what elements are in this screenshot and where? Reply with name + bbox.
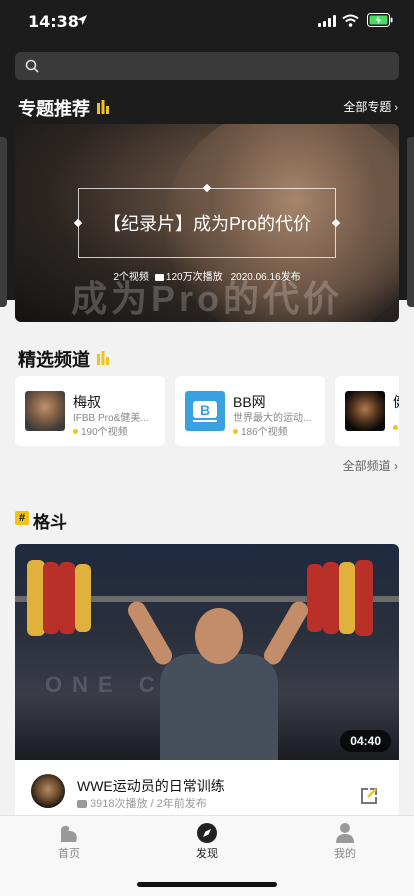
channel-avatar bbox=[25, 391, 65, 431]
wifi-icon bbox=[342, 14, 359, 27]
video-duration: 04:40 bbox=[340, 730, 391, 752]
video-info[interactable]: WWE运动员的日常训练 3918次播放 / 2年前发布 bbox=[15, 760, 399, 816]
channels-header: 精选频道 bbox=[0, 345, 414, 375]
cellular-signal-icon bbox=[318, 15, 336, 27]
all-channels-link[interactable]: 全部频道 › bbox=[343, 457, 398, 474]
battery-charging-icon bbox=[367, 13, 393, 27]
athlete bbox=[160, 654, 278, 760]
status-bar: 14:38 bbox=[0, 0, 414, 44]
topic-banner[interactable]: 成为Pro的代价 【纪录片】成为Pro的代价 2个视频 120万次播放 2020.0… bbox=[15, 124, 399, 322]
channel-count: 186个视频 bbox=[233, 423, 288, 438]
channel-card[interactable]: 健 bbox=[335, 376, 399, 446]
play-icon bbox=[77, 800, 87, 808]
location-arrow-icon bbox=[77, 15, 87, 25]
category-title: 格斗 bbox=[33, 513, 67, 532]
channel-card[interactable]: 梅叔 IFBB Pro&健美... 190个视频 bbox=[15, 376, 165, 446]
search-input[interactable] bbox=[15, 52, 399, 80]
channel-avatar[interactable] bbox=[31, 774, 65, 808]
video-thumbnail[interactable]: ONE CLUB 04:40 bbox=[15, 544, 399, 760]
channel-desc: 世界最大的运动... bbox=[233, 413, 312, 424]
bb-logo-icon: B bbox=[193, 401, 217, 422]
play-icon bbox=[154, 274, 164, 281]
arm-icon bbox=[61, 825, 77, 842]
banner-title: 【纪录片】成为Pro的代价 bbox=[102, 214, 311, 234]
hash-icon: # bbox=[15, 511, 29, 525]
person-icon bbox=[336, 823, 354, 843]
all-topics-link[interactable]: 全部专题 › bbox=[343, 98, 398, 115]
share-icon[interactable] bbox=[359, 786, 379, 806]
channel-count: 190个视频 bbox=[73, 423, 128, 438]
tab-discover[interactable]: 发现 bbox=[138, 816, 276, 866]
featured-title: 专题推荐 bbox=[18, 99, 90, 119]
video-meta: 3918次播放 / 2年前发布 bbox=[77, 795, 207, 811]
equalizer-icon bbox=[97, 100, 109, 114]
home-indicator bbox=[137, 882, 277, 887]
channel-desc: IFBB Pro&健美... bbox=[73, 413, 149, 424]
compass-icon bbox=[197, 823, 217, 843]
equalizer-icon bbox=[97, 351, 109, 365]
carousel-next-peek[interactable] bbox=[407, 137, 414, 307]
channel-card[interactable]: B BB网 世界最大的运动... 186个视频 bbox=[175, 376, 325, 446]
status-time: 14:38 bbox=[28, 12, 79, 31]
video-title: WWE运动员的日常训练 bbox=[77, 778, 225, 794]
svg-text:B: B bbox=[200, 402, 210, 418]
channel-count-dot bbox=[393, 423, 399, 434]
channel-avatar bbox=[345, 391, 385, 431]
banner-meta: 2个视频 120万次播放 2020.06.16发布 bbox=[113, 272, 301, 283]
channels-title: 精选频道 bbox=[18, 350, 90, 370]
carousel-prev-peek[interactable] bbox=[0, 137, 7, 307]
featured-header: 专题推荐 全部专题 › bbox=[0, 94, 414, 124]
athlete-head bbox=[195, 608, 243, 664]
search-icon bbox=[25, 59, 39, 73]
tab-profile[interactable]: 我的 bbox=[276, 816, 414, 866]
tab-home[interactable]: 首页 bbox=[0, 816, 138, 866]
channel-avatar: B bbox=[185, 391, 225, 431]
channel-name: 健 bbox=[393, 392, 399, 412]
